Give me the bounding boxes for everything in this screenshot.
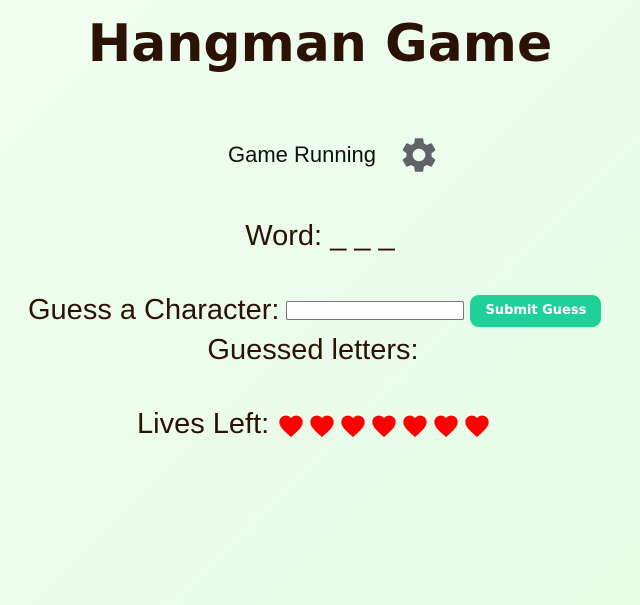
game-status: Game Running: [0, 134, 640, 176]
heart-icon: [372, 415, 396, 437]
lives-hearts: [277, 412, 494, 438]
heart-icon: [310, 415, 334, 437]
guess-form: Guess a Character: Submit Guess: [28, 294, 602, 327]
lives-label: Lives Left:: [137, 408, 270, 440]
heart-icon: [465, 415, 489, 437]
guessed-letters: Guessed letters:: [0, 334, 626, 367]
status-text: Game Running: [228, 142, 376, 167]
gear-icon[interactable]: [398, 134, 440, 176]
guessed-label: Guessed letters:: [207, 334, 419, 366]
lives-display: Lives Left:: [137, 408, 494, 441]
guess-input[interactable]: [286, 301, 465, 320]
submit-guess-button[interactable]: Submit Guess: [470, 294, 602, 327]
word-label: Word:: [245, 220, 323, 252]
word-blanks: _ _ _: [330, 220, 395, 252]
heart-icon: [279, 415, 303, 437]
heart-icon: [434, 415, 458, 437]
heart-icon: [403, 415, 427, 437]
word-display: Word: _ _ _: [0, 220, 640, 253]
page-title: Hangman Game: [87, 14, 553, 74]
guess-label: Guess a Character:: [28, 294, 280, 326]
heart-icon: [341, 415, 365, 437]
